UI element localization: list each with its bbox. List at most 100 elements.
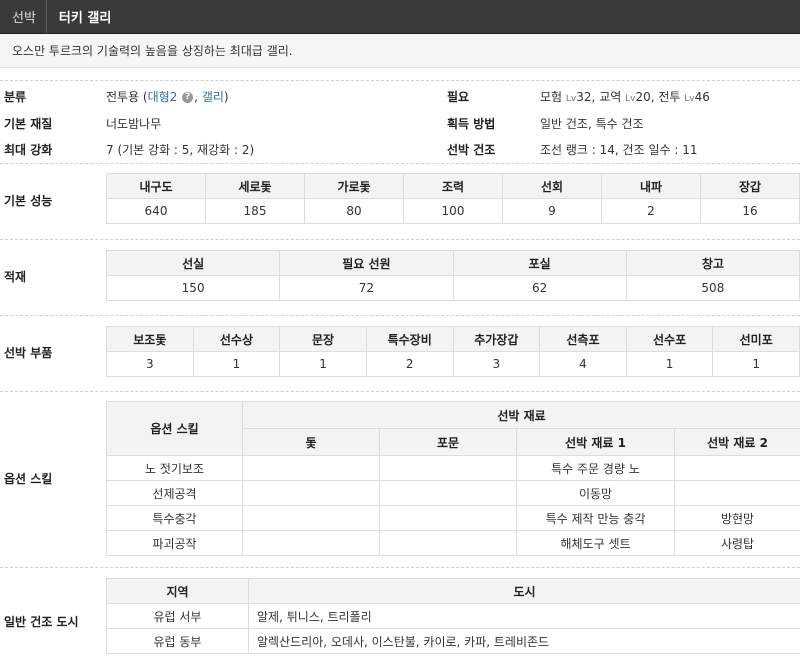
parts-value: 3 [106, 351, 194, 377]
table-row: 파괴공작 해체도구 셋트 사령탑 [106, 530, 800, 556]
class-label: 분류 [4, 90, 27, 104]
skill-link[interactable]: 선제공격 [106, 480, 243, 506]
parts-header: 선미포 [712, 326, 800, 352]
requirement-label: 필요 [447, 90, 470, 104]
cargo-value: 150 [105, 275, 281, 301]
cities-label: 일반 건조 도시 [4, 615, 79, 629]
max-enhance-label: 최대 강화 [4, 143, 53, 157]
skill-link[interactable]: 특수충각 [106, 505, 243, 531]
material1-link[interactable]: 특수 제작 만능 충각 [516, 505, 675, 531]
parts-value: 1 [192, 351, 281, 377]
parts-header: 문장 [279, 326, 367, 352]
perf-value: 16 [700, 198, 800, 224]
page-header: 선박 터키 갤리 [0, 0, 800, 34]
perf-header: 선회 [502, 173, 602, 199]
cargo-header: 선실 [105, 250, 281, 276]
class-link-size[interactable]: 대형2 [148, 90, 178, 104]
requirement-value: 모험 Lv32, 교역 Lv20, 전투 Lv46 [540, 90, 710, 104]
perf-value: 80 [304, 198, 404, 224]
material2-link[interactable] [673, 455, 800, 481]
class-link-type[interactable]: 갤리 [202, 90, 224, 104]
parts-header: 선수포 [625, 326, 714, 352]
parts-header: 선수상 [192, 326, 281, 352]
region-header: 지역 [106, 578, 249, 604]
perf-value: 2 [601, 198, 701, 224]
cargo-header: 필요 선원 [279, 250, 454, 276]
material-sub-header: 선박 재료 1 [516, 428, 675, 456]
parts-value: 3 [452, 351, 541, 377]
options-table: 옵션 스킬 선박 재료 돛 포문 선박 재료 1 선박 재료 2 노 젓기보조 … [106, 401, 800, 556]
cargo-header: 창고 [625, 250, 800, 276]
cargo-value: 72 [279, 275, 454, 301]
parts-label: 선박 부품 [4, 346, 53, 360]
category-tab[interactable]: 선박 [0, 0, 47, 33]
material1-link[interactable]: 이동망 [516, 480, 675, 506]
gun-cell [379, 505, 517, 531]
ship-description: 오스만 투르크의 기술력의 높음을 상징하는 최대급 갤리. [0, 34, 800, 68]
cargo-label: 적재 [4, 270, 27, 284]
build-value: 조선 랭크 : 14, 건조 일수 : 11 [540, 143, 698, 157]
material1-link[interactable]: 해체도구 셋트 [516, 530, 675, 556]
parts-value: 1 [279, 351, 367, 377]
perf-value: 185 [205, 198, 305, 224]
page-title: 터키 갤리 [58, 11, 112, 26]
parts-value: 2 [365, 351, 454, 377]
performance-table: 내구도 세로돛 가로돛 조력 선회 내파 장갑 640 185 80 100 9… [106, 173, 800, 224]
parts-value: 4 [539, 351, 627, 377]
max-enhance-value: 7 (기본 강화 : 5, 재강화 : 2) [106, 143, 255, 157]
sail-cell [242, 530, 380, 556]
parts-header: 선측포 [539, 326, 627, 352]
skill-link[interactable]: 파괴공작 [106, 530, 243, 556]
perf-header: 내파 [601, 173, 701, 199]
perf-header: 가로돛 [304, 173, 404, 199]
material2-link[interactable]: 사령탑 [673, 530, 800, 556]
material-label: 기본 재질 [4, 117, 53, 131]
sail-cell [242, 480, 380, 506]
skill-header: 옵션 스킬 [106, 401, 243, 456]
parts-value: 1 [625, 351, 714, 377]
table-row: 특수충각 특수 제작 만능 충각 방현망 [106, 505, 800, 531]
gun-cell [379, 455, 517, 481]
cities-table: 지역 도시 유럽 서부 알제, 튀니스, 트리폴리 유럽 동부 알렉산드리아, … [106, 578, 800, 654]
material2-link[interactable]: 방현망 [673, 505, 800, 531]
material-sub-header: 돛 [242, 428, 380, 456]
table-row: 선제공격 이동망 [106, 480, 800, 506]
perf-header: 장갑 [700, 173, 800, 199]
divider [0, 315, 800, 316]
material2-link[interactable] [673, 480, 800, 506]
city-links[interactable]: 알렉산드리아, 오데사, 이스탄불, 카이로, 카파, 트레비존드 [248, 628, 800, 654]
material-sub-header: 선박 재료 2 [673, 428, 800, 456]
parts-header: 추가장갑 [452, 326, 541, 352]
performance-label: 기본 성능 [4, 194, 53, 208]
cargo-table: 선실 필요 선원 포실 창고 150 72 62 508 [105, 250, 800, 301]
table-row: 유럽 서부 알제, 튀니스, 트리폴리 [106, 603, 800, 629]
class-value: 전투용 (대형2 ?, 갤리) [106, 90, 229, 104]
perf-value: 9 [502, 198, 602, 224]
material-link[interactable]: 너도밤나무 [106, 115, 161, 132]
help-icon[interactable]: ? [182, 92, 194, 103]
material-header: 선박 재료 [241, 401, 800, 429]
divider [0, 239, 800, 240]
cargo-value: 508 [625, 275, 800, 301]
gun-cell [379, 530, 517, 556]
options-label: 옵션 스킬 [4, 472, 53, 486]
build-label: 선박 건조 [447, 143, 496, 157]
city-header: 도시 [248, 578, 800, 604]
divider [0, 163, 800, 164]
divider [0, 567, 800, 568]
perf-header: 조력 [403, 173, 503, 199]
perf-header: 내구도 [106, 173, 206, 199]
region-cell: 유럽 동부 [106, 628, 249, 654]
table-row: 유럽 동부 알렉산드리아, 오데사, 이스탄불, 카이로, 카파, 트레비존드 [106, 628, 800, 654]
material-sub-header: 포문 [379, 428, 517, 456]
acquire-label: 획득 방법 [447, 117, 496, 131]
material1-link[interactable]: 특수 주문 경량 노 [516, 455, 675, 481]
cargo-value: 62 [452, 275, 627, 301]
gun-cell [379, 480, 517, 506]
sail-cell [242, 455, 380, 481]
divider [0, 80, 800, 81]
city-links[interactable]: 알제, 튀니스, 트리폴리 [248, 603, 800, 629]
skill-link[interactable]: 노 젓기보조 [106, 455, 243, 481]
perf-value: 640 [106, 198, 206, 224]
parts-value: 1 [712, 351, 800, 377]
